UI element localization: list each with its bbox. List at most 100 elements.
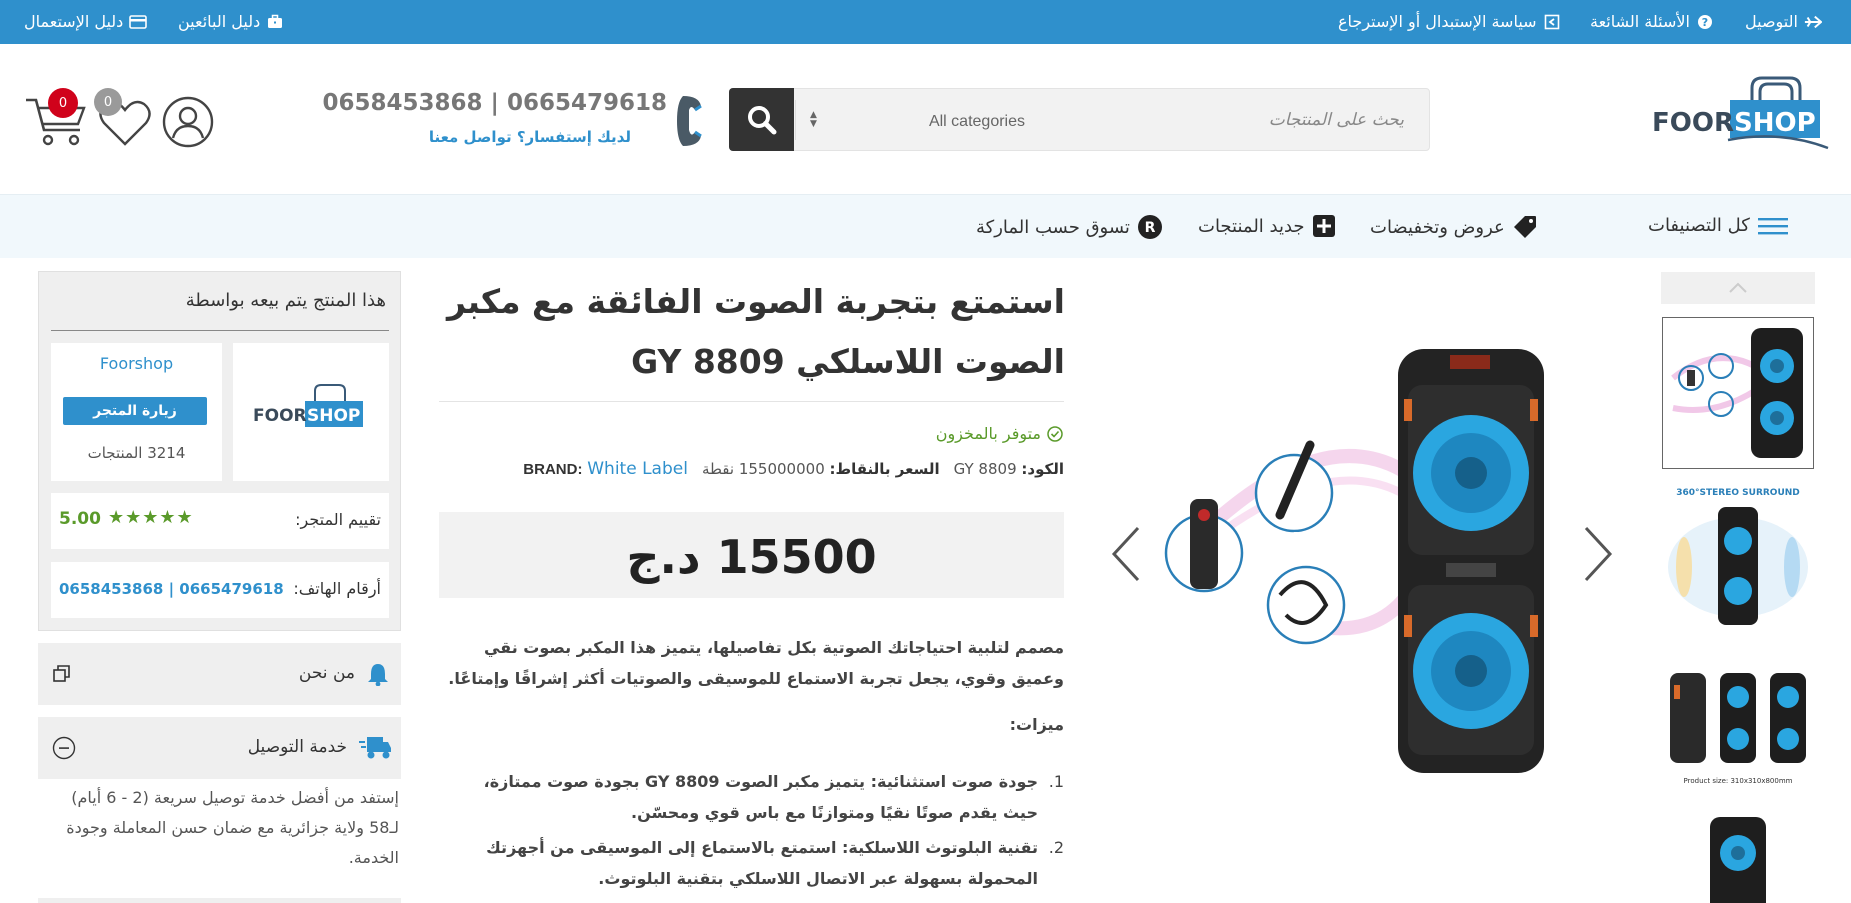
features-title: ميزات: (1009, 715, 1064, 734)
nav-shop-by-brand[interactable]: R تسوق حسب الماركة (976, 215, 1162, 239)
stock-status: متوفر بالمخزون (936, 424, 1063, 443)
header-phone-numbers[interactable]: 0658453868 | 0665479618 (323, 90, 667, 116)
feature-number: 1. (1048, 772, 1064, 791)
store-phones-value[interactable]: 0658453868 | 0665479618 (59, 580, 284, 598)
image-next-button[interactable] (1580, 524, 1616, 584)
delivery-service-text: إستفد من أفضل خدمة توصيل سريعة (2 - 6 أي… (66, 788, 399, 867)
thumbnail-2-image: 360°STEREO SURROUND (1668, 488, 1808, 625)
topbar-returns-label: سياسة الإستبدال أو الإسترجاع (1338, 12, 1537, 31)
stock-status-label: متوفر بالمخزون (935, 424, 1041, 443)
topbar-sellers-guide-label: دليل البائعين (178, 12, 261, 31)
thumbnail-4-image (1710, 817, 1766, 903)
cart-button[interactable]: 0 (24, 88, 88, 148)
svg-text:?: ? (1702, 16, 1708, 29)
bell-icon (368, 664, 388, 686)
store-phones-label: أرقام الهاتف: (293, 579, 381, 598)
store-rating-value: 5.00 (59, 509, 101, 529)
nav-all-categories-label: كل التصنيفات (1648, 215, 1750, 236)
foorshop-logo[interactable]: FOOR SHOP (1650, 74, 1830, 154)
code-value: GY 8809 (953, 460, 1017, 478)
feature-number: 2. (1048, 838, 1064, 857)
select-arrows-icon: ▲ ▼ (810, 110, 817, 129)
topbar-user-guide-link[interactable]: دليل الإستعمال (24, 12, 148, 31)
store-rating-row: تقييم المتجر: ★★★★★ 5.00 (51, 493, 389, 549)
top-bar: التوصيل ? الأسئلة الشائعة سياسة الإستبدا… (0, 0, 1851, 44)
plane-icon (1804, 15, 1822, 28)
nav-offers[interactable]: عروض وتخفيضات (1370, 215, 1537, 239)
products-count: 3214 المنتجات (87, 444, 186, 462)
about-us-accordion[interactable]: من نحن (38, 643, 401, 705)
nav-all-categories[interactable]: كل التصنيفات (1648, 215, 1788, 236)
vendor-logo-text-foor: FOOR (253, 406, 307, 426)
search-input[interactable] (1045, 88, 1429, 151)
wishlist-button[interactable]: 0 (94, 88, 154, 148)
thumbnail-3[interactable]: Product size: 310x310x800mm (1662, 645, 1814, 797)
chevron-up-icon (1729, 282, 1747, 293)
topbar-delivery-link[interactable]: التوصيل (1745, 12, 1822, 31)
sold-by-divider (51, 330, 389, 331)
vendor-logo-text-shop: SHOP (307, 406, 360, 426)
image-prev-button[interactable] (1108, 524, 1144, 584)
points-field: السعر بالنقاط: 155000000 نقطة (702, 460, 940, 478)
delivery-service-label: خدمة التوصيل (247, 737, 347, 757)
topbar-faq-link[interactable]: ? الأسئلة الشائعة (1590, 12, 1714, 31)
topbar-delivery-label: التوصيل (1745, 12, 1798, 31)
brand-label: BRAND: (523, 461, 583, 478)
product-price: 15500 د.ج (626, 530, 877, 584)
vendor-panel: هذا المنتج يتم بيعه بواسطة FOOR SHOP Foo… (38, 271, 401, 631)
main-nav: كل التصنيفات عروض وتخفيضات جديد المنتجات… (0, 194, 1851, 258)
contact-us-link[interactable]: لديك إستفسار؟ تواصل معنا (429, 128, 631, 146)
vendor-logo-box[interactable]: FOOR SHOP (233, 343, 389, 481)
tag-icon (1513, 216, 1536, 238)
contact-block: 0658453868 | 0665479618 لديك إستفسار؟ تو… (323, 90, 667, 150)
vendor-info-box: Foorshop زيارة المتجر 3214 المنتجات (51, 343, 222, 481)
points-label: السعر بالنقاط: (829, 460, 940, 478)
rating-stars-icon: ★★★★★ (108, 507, 194, 528)
delivery-accordion[interactable]: خدمة التوصيل (38, 717, 401, 779)
thumbnail-1[interactable] (1662, 317, 1814, 469)
topbar-user-guide-label: دليل الإستعمال (24, 12, 124, 31)
account-button[interactable] (162, 96, 214, 148)
search-button[interactable] (729, 88, 794, 151)
check-circle-icon (1047, 425, 1063, 442)
nav-new-products[interactable]: جديد المنتجات (1198, 215, 1335, 237)
brand-link[interactable]: White Label (587, 459, 688, 479)
chevron-right-icon (1584, 526, 1613, 582)
return-icon (1544, 14, 1559, 29)
credit-card-icon (129, 14, 148, 29)
thumbnail-1-image (1671, 328, 1803, 458)
copy-icon (53, 665, 70, 682)
product-title: استمتع بتجربة الصوت الفائقة مع مكبر الصو… (446, 282, 1065, 381)
image-charging-label: CHARGING LINE (1266, 656, 1346, 666)
store-phones-row: أرقام الهاتف: 0658453868 | 0665479618 (51, 562, 389, 618)
feature-text: جودة صوت استثنائية: يتميز مكبر الصوت GY … (483, 772, 1038, 822)
logo-text-foor: FOOR (1652, 108, 1734, 138)
brand-field: BRAND: White Label (523, 459, 688, 479)
user-icon (162, 96, 214, 148)
speaker-product-image: MICROPHONE REMOTE CONTROL CHARGING LINE (1157, 349, 1544, 773)
feature-item: 2. تقنية البلوتوث اللاسلكية: استمتع بالا… (444, 832, 1064, 894)
store-rating-label: تقييم المتجر: (295, 510, 381, 529)
feature-item: 1. جودة صوت استثنائية: يتميز مكبر الصوت … (444, 766, 1064, 828)
category-select[interactable]: All categories ▲ ▼ (795, 100, 1045, 140)
thumbs-up-button[interactable] (1661, 272, 1815, 304)
registered-icon: R (1137, 215, 1162, 239)
next-panel-edge (38, 898, 401, 903)
product-description: مصمم لتلبية احتياجاتك الصوتية بكل تفاصيل… (448, 638, 1064, 688)
wishlist-count-badge: 0 (94, 88, 122, 116)
thumbnail-2[interactable]: 360°STEREO SURROUND (1662, 481, 1814, 633)
about-us-label: من نحن (298, 663, 355, 683)
feature-text: تقنية البلوتوث اللاسلكية: استمتع بالاستم… (486, 838, 1038, 888)
code-field: الكود: GY 8809 (954, 460, 1064, 478)
thumbnail-3-image: Product size: 310x310x800mm (1670, 673, 1806, 785)
visit-store-button[interactable]: زيارة المتجر (63, 397, 207, 425)
topbar-returns-link[interactable]: سياسة الإستبدال أو الإسترجاع (1338, 12, 1561, 31)
logo-graphic: FOOR SHOP (1652, 76, 1829, 150)
topbar-sellers-guide-link[interactable]: دليل البائعين (178, 12, 284, 31)
price-box: 15500 د.ج (439, 512, 1064, 598)
category-select-label: All categories (928, 113, 1025, 130)
main-product-image[interactable]: MICROPHONE REMOTE CONTROL CHARGING LINE (1120, 315, 1605, 795)
store-name-link[interactable]: Foorshop (51, 354, 222, 373)
title-divider (439, 401, 1064, 402)
thumbnail-4[interactable] (1662, 809, 1814, 903)
